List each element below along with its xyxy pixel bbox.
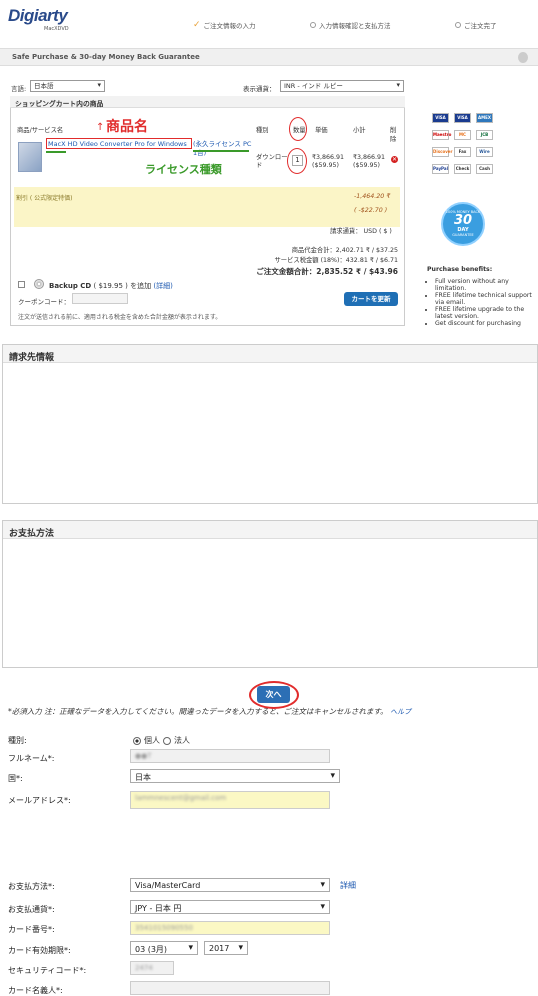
pay-currency-select[interactable]: JPY - 日本 円: [130, 900, 330, 914]
check-icon: ✓: [193, 20, 201, 30]
step-2: 入力情報確認と支払方法: [310, 20, 391, 30]
currency-label: 表示通貨：: [243, 85, 276, 93]
expiry-label: カード有効期限*:: [8, 946, 71, 955]
billing-notice: *必須入力 注：正確なデータを入力してください。間違ったデータを入力すると、ご注…: [8, 707, 412, 716]
radio-icon: [455, 22, 461, 28]
visa-icon: VISA: [432, 113, 449, 123]
discover-icon: Discover: [432, 147, 452, 157]
col-type: 種別: [256, 127, 269, 134]
cd-icon: [34, 279, 44, 289]
license-underline-2: [193, 150, 249, 152]
type-radios: 個人 法人: [133, 735, 190, 746]
backup-cd-detail-link[interactable]: (詳細): [153, 282, 172, 290]
form-section: 請求先情報 *必須入力 注：正確なデータを入力してください。間違ったデータを入力…: [0, 330, 538, 995]
annotation-name: 商品名: [106, 119, 148, 135]
secure-bar: Safe Purchase & 30-day Money Back Guaran…: [0, 48, 538, 66]
col-product: 商品/サービス名: [17, 127, 64, 134]
step-3: ご注文完了: [455, 20, 497, 30]
license-underline-1: [46, 151, 66, 153]
country-select[interactable]: 日本: [130, 769, 340, 783]
qty-input[interactable]: 1: [292, 155, 303, 166]
col-subtotal: 小計: [353, 127, 366, 134]
paypal-icon: PayPal: [432, 164, 449, 174]
cart-header: ショッピングカート内の商品: [10, 96, 405, 108]
fullname-field[interactable]: ●●T: [130, 749, 330, 763]
country-label: 国*:: [8, 774, 23, 783]
maestro-icon: Maestro: [432, 130, 451, 140]
radio-corporate[interactable]: [163, 736, 171, 745]
payment-cards: VISA VISA Electron AMEX Maestro MC JCB D…: [432, 113, 504, 174]
payment-panel: お支払方法: [2, 520, 538, 668]
check-payment-icon: Check: [454, 164, 471, 174]
billing-currency: 請求通貨： USD ( $ ): [330, 228, 392, 235]
email-field[interactable]: lammnescent@gmail.com: [130, 791, 330, 809]
arrow-up-icon: ↑: [96, 122, 105, 133]
fullname-label: フルネーム*:: [8, 754, 55, 763]
visa-electron-icon: VISA Electron: [454, 113, 474, 128]
delete-icon[interactable]: ✕: [391, 156, 398, 163]
jcb-icon: JCB: [476, 130, 493, 140]
annotation-license: ライセンス種類: [145, 163, 222, 176]
help-link[interactable]: ヘルプ: [390, 708, 411, 716]
expiry-year-select[interactable]: 2017: [204, 941, 248, 955]
method-detail-link[interactable]: 詳細: [340, 880, 356, 891]
qty-highlight: [289, 117, 307, 141]
payment-title: お支払方法: [3, 521, 537, 539]
total-goods: 商品代金合計：2,402.71 ₹ / $37.25: [291, 247, 398, 254]
cart-section: Digiarty MacXDVD ✓ ご注文情報の入力 入力情報確認と支払方法 ご…: [0, 0, 538, 330]
card-number-label: カード番号*:: [8, 925, 55, 934]
mastercard-icon: MC: [454, 130, 471, 140]
cash-icon: Cash: [476, 164, 493, 174]
language-select[interactable]: 日本語: [30, 80, 105, 92]
currency-select[interactable]: INR - インド ルピー: [280, 80, 404, 92]
coupon-input[interactable]: [72, 293, 128, 304]
col-delete: 削除: [390, 127, 397, 143]
pay-currency-label: お支払通貨*:: [8, 905, 55, 914]
fax-icon: Fax: [454, 147, 471, 157]
wire-icon: Wire: [476, 147, 493, 157]
money-back-badge: 100% MONEY BACK 30 DAY GUARANTEE: [441, 202, 485, 246]
logo-sub: MacXDVD: [44, 26, 69, 32]
item-type: ダウンロード: [256, 154, 288, 169]
language-label: 言語:: [11, 85, 27, 93]
col-unit-price: 単価: [315, 127, 328, 134]
purchase-benefits: Purchase benefits: Full version without …: [427, 266, 535, 327]
method-label: お支払方法*:: [8, 882, 55, 891]
apple-icon: [518, 52, 528, 63]
expiry-month-select[interactable]: 03 (3月): [130, 941, 198, 955]
method-select[interactable]: Visa/MasterCard: [130, 878, 330, 892]
cart-note: 注文が送信される前に、適用される税金を含めた合計金額が表示されます。: [18, 314, 222, 321]
card-number-field[interactable]: 3541015090550: [130, 921, 330, 935]
backup-cd: Backup CD ( $19.95 ) を追加 (詳細): [49, 282, 173, 290]
radio-individual[interactable]: [133, 736, 141, 745]
cvv-field[interactable]: 2474: [130, 961, 174, 975]
total-tax: サービス税金額 (18%)：432.81 ₹ / $6.71: [274, 257, 399, 264]
license-text: (永久ライセンス PC 1台): [193, 140, 252, 157]
next-button[interactable]: 次へ: [257, 686, 290, 703]
unit-price: ₹3,866.91 ($59.95): [312, 154, 345, 169]
product-image: [18, 142, 42, 172]
type-label: 種別:: [8, 736, 27, 745]
billing-title: 請求先情報: [3, 345, 537, 363]
holder-field[interactable]: [130, 981, 330, 995]
update-cart-button[interactable]: カートを更新: [344, 292, 398, 306]
coupon-label: クーポンコード：: [18, 298, 70, 306]
email-label: メールアドレス*:: [8, 796, 71, 805]
backup-cd-checkbox[interactable]: [18, 281, 25, 288]
billing-panel: 請求先情報: [2, 344, 538, 504]
amex-icon: AMEX: [476, 113, 493, 123]
subtotal: ₹3,866.91 ($59.95): [353, 154, 386, 169]
holder-label: カード名義人*:: [8, 986, 63, 995]
total-grand: ご注文金額合計：2,835.52 ₹ / $43.96: [256, 267, 398, 276]
step-1: ✓ ご注文情報の入力: [193, 20, 256, 30]
radio-icon: [310, 22, 316, 28]
discount-row: 割引 ( 公式限定特価) -1,464.20 ₹ ( -$22.70 ): [14, 187, 400, 227]
logo: Digiarty: [8, 6, 68, 25]
cvv-label: セキュリティコード*:: [8, 966, 87, 975]
product-name-link[interactable]: MacX HD Video Converter Pro for Windows: [48, 140, 187, 148]
